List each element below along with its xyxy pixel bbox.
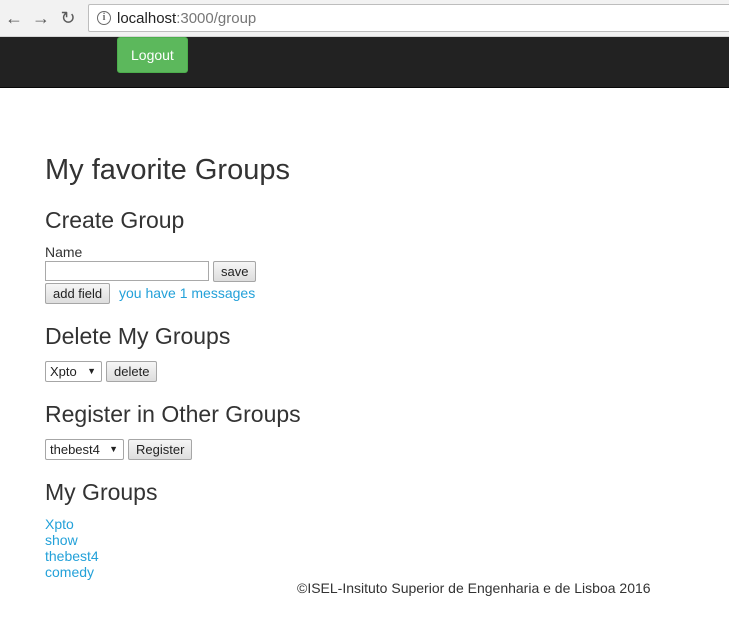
url-text[interactable]: localhost:3000/group — [117, 10, 256, 27]
group-link-comedy[interactable]: comedy — [45, 564, 99, 580]
create-group-heading: Create Group — [45, 207, 185, 233]
url-path: :3000/group — [176, 10, 257, 27]
browser-toolbar: ← → ↻ i localhost:3000/group — [0, 0, 729, 37]
name-label: Name — [45, 244, 83, 260]
add-field-button[interactable]: add field — [45, 283, 111, 304]
reload-icon[interactable]: ↻ — [57, 7, 79, 29]
url-host: localhost — [117, 10, 177, 27]
my-groups-heading: My Groups — [45, 479, 158, 505]
back-arrow-icon[interactable]: ← — [3, 7, 25, 29]
group-link-xpto[interactable]: Xpto — [45, 516, 99, 532]
register-group-selected: thebest4 — [50, 442, 100, 457]
delete-groups-heading: Delete My Groups — [45, 323, 231, 349]
my-groups-list: Xpto show thebest4 comedy — [45, 516, 99, 580]
address-bar[interactable]: i localhost:3000/group — [88, 4, 729, 32]
delete-button[interactable]: delete — [106, 361, 158, 382]
chevron-down-icon: ▼ — [87, 366, 96, 376]
group-link-show[interactable]: show — [45, 532, 99, 548]
delete-group-selected: Xpto — [50, 364, 77, 379]
top-navbar: Logout — [0, 37, 729, 88]
messages-link[interactable]: you have 1 messages — [119, 285, 255, 301]
delete-group-select[interactable]: Xpto ▼ — [45, 361, 102, 382]
register-group-select[interactable]: thebest4 ▼ — [45, 439, 124, 460]
group-name-input[interactable] — [45, 261, 209, 281]
chevron-down-icon: ▼ — [109, 444, 118, 454]
forward-arrow-icon[interactable]: → — [30, 7, 52, 29]
register-groups-heading: Register in Other Groups — [45, 401, 301, 427]
page-title: My favorite Groups — [45, 154, 290, 186]
group-link-thebest4[interactable]: thebest4 — [45, 548, 99, 564]
save-button[interactable]: save — [213, 261, 257, 282]
info-icon[interactable]: i — [97, 11, 111, 25]
register-button[interactable]: Register — [128, 439, 193, 460]
footer-copyright: ©ISEL-Insituto Superior de Engenharia e … — [297, 580, 651, 596]
logout-button[interactable]: Logout — [117, 37, 188, 73]
